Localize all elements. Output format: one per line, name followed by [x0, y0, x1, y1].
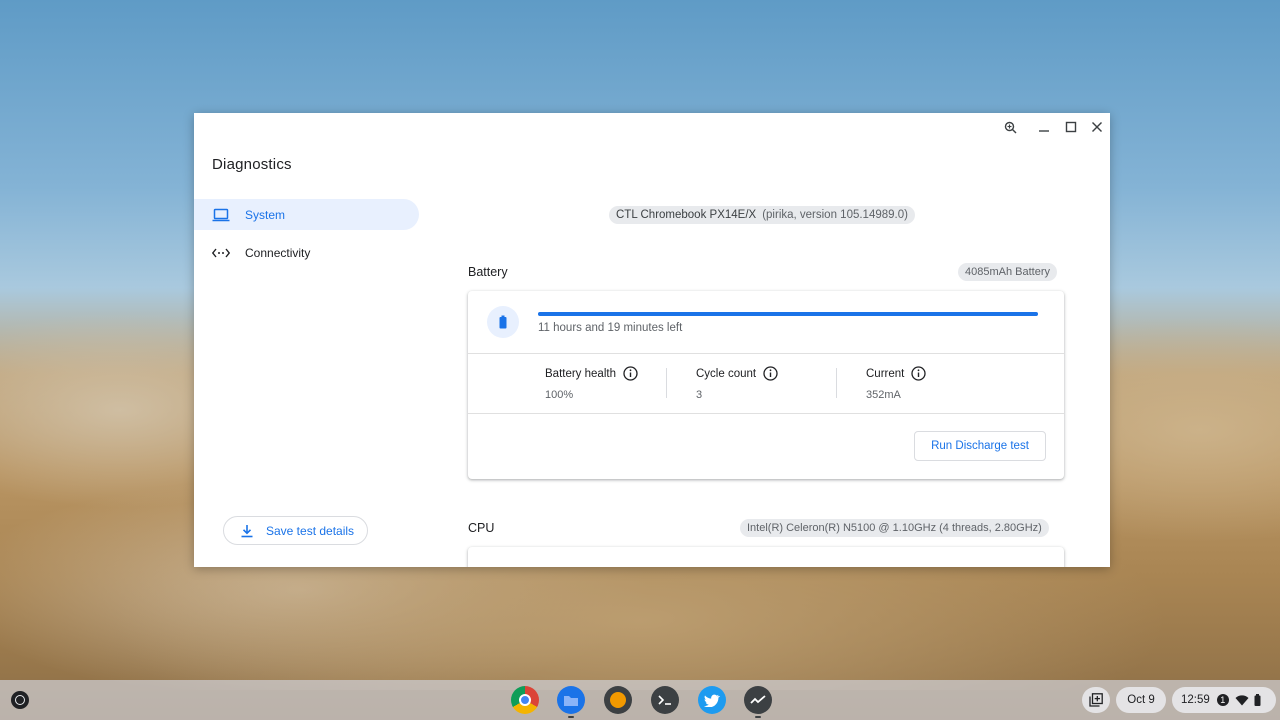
metric-label: Current [866, 367, 905, 380]
twitter-icon[interactable] [698, 686, 726, 714]
battery-time-left: 11 hours and 19 minutes left [538, 322, 683, 334]
divider [836, 368, 837, 398]
running-indicator [755, 716, 761, 718]
sidebar-item-label: System [245, 207, 286, 222]
wifi-icon [1235, 694, 1249, 706]
sidebar-item-label: Connectivity [245, 245, 311, 260]
divider [468, 353, 1064, 354]
notification-badge: 1 [1216, 694, 1229, 706]
sidebar-item-connectivity[interactable]: Connectivity [194, 237, 419, 268]
battery-card: 11 hours and 19 minutes left Battery hea… [468, 291, 1064, 479]
battery-section-title: Battery [468, 265, 508, 279]
app-title: Diagnostics [212, 156, 292, 173]
terminal-icon[interactable] [651, 686, 679, 714]
close-icon[interactable] [1089, 119, 1105, 135]
metric-value: 100% [545, 389, 574, 401]
date-label: Oct 9 [1127, 694, 1155, 706]
battery-charge-progress [538, 312, 1038, 316]
save-test-details-button[interactable]: Save test details [223, 516, 368, 545]
sidebar-item-system[interactable]: System [194, 199, 419, 230]
metric-cycle-count: Cycle count 3 [696, 366, 778, 401]
run-discharge-test-button[interactable]: Run Discharge test [914, 431, 1046, 461]
battery-capacity-chip: 4085mAh Battery [958, 263, 1057, 281]
connectivity-icon [212, 244, 230, 262]
cpu-info-chip: Intel(R) Celeron(R) N5100 @ 1.10GHz (4 t… [740, 519, 1049, 537]
running-indicator [568, 716, 574, 718]
battery-icon [487, 306, 519, 338]
cpu-section-title: CPU [468, 521, 495, 535]
app-icon[interactable] [604, 686, 632, 714]
device-name: CTL Chromebook PX14E/X [616, 209, 757, 221]
battery-charge-fill [538, 312, 1038, 316]
zoom-icon[interactable] [1002, 119, 1018, 135]
info-icon[interactable] [911, 366, 927, 381]
battery-status-icon [1254, 694, 1261, 706]
diagnostics-window: Diagnostics System Connectivity Save tes… [194, 113, 1110, 567]
status-tray[interactable]: 12:59 1 [1172, 687, 1276, 713]
metric-label: Battery health [545, 367, 616, 380]
info-icon[interactable] [763, 366, 778, 381]
shelf: Oct 9 12:59 1 [0, 680, 1280, 720]
save-button-label: Save test details [266, 523, 355, 538]
info-icon[interactable] [623, 366, 638, 381]
metric-current: Current 352mA [866, 366, 927, 401]
laptop-icon [212, 206, 230, 224]
divider [666, 368, 667, 398]
time-label: 12:59 [1181, 694, 1210, 706]
launcher-icon[interactable] [11, 691, 29, 709]
metric-value: 352mA [866, 389, 901, 401]
metric-value: 3 [696, 389, 703, 401]
diagnostics-icon[interactable] [744, 686, 772, 714]
cpu-card [468, 547, 1064, 567]
device-info-chip: CTL Chromebook PX14E/X (pirika, version … [609, 206, 915, 224]
holding-space-icon[interactable] [1082, 687, 1110, 713]
chrome-icon[interactable] [511, 686, 539, 714]
device-version: (pirika, version 105.14989.0) [762, 209, 908, 221]
files-icon[interactable] [557, 686, 585, 714]
title-bar [194, 113, 1110, 141]
metric-battery-health: Battery health 100% [545, 366, 638, 401]
maximize-icon[interactable] [1063, 119, 1079, 135]
divider [468, 413, 1064, 414]
download-icon [240, 523, 256, 539]
minimize-icon[interactable] [1036, 119, 1052, 135]
metric-label: Cycle count [696, 367, 757, 380]
date-tray[interactable]: Oct 9 [1116, 687, 1166, 713]
